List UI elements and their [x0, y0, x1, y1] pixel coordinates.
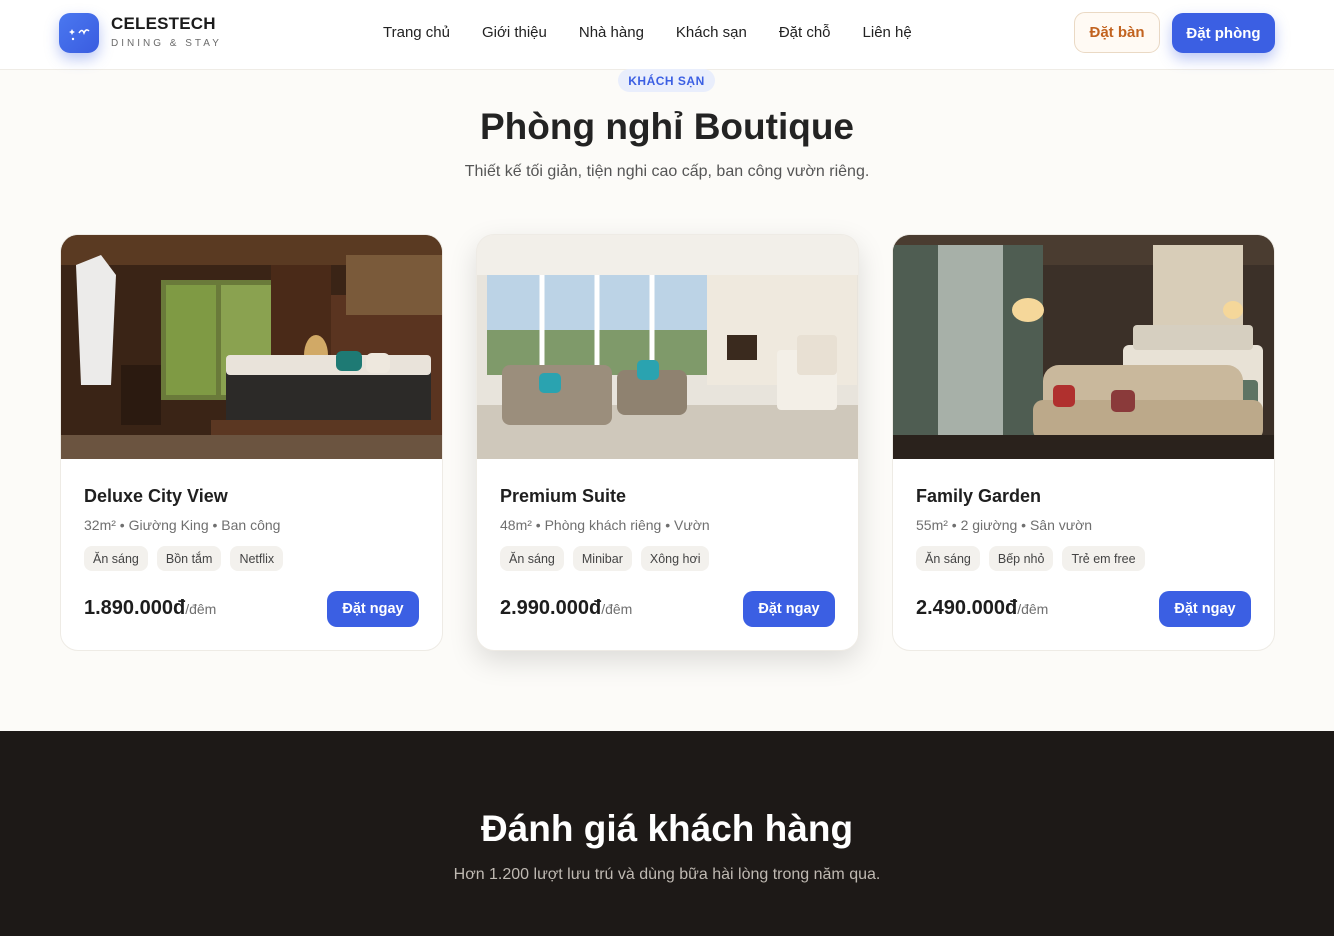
- room-tags: Ăn sáng Bồn tắm Netflix: [84, 546, 292, 571]
- room-meta: 48m² • Phòng khách riêng • Vườn: [500, 517, 710, 533]
- nav-item-booking[interactable]: Đặt chỗ: [779, 24, 831, 41]
- room-photo-premium: [477, 235, 858, 459]
- brand-name: CELESTECH: [111, 14, 216, 33]
- brand-tagline: DINING & STAY: [111, 38, 222, 49]
- book-now-button[interactable]: Đặt ngay: [1159, 591, 1251, 627]
- room-price: 2.990.000đ/đêm: [500, 597, 632, 620]
- nav-item-restaurant[interactable]: Nhà hàng: [579, 24, 644, 41]
- amenity-tag: Bếp nhỏ: [988, 546, 1054, 571]
- room-card-deluxe: Deluxe City View 32m² • Giường King • Ba…: [60, 234, 443, 651]
- room-photo-family: [893, 235, 1274, 459]
- book-table-button[interactable]: Đặt bàn: [1074, 12, 1160, 53]
- logo-icon[interactable]: [59, 13, 99, 53]
- room-card-family: Family Garden 55m² • 2 giường • Sân vườn…: [892, 234, 1275, 651]
- price-unit: /đêm: [185, 601, 217, 617]
- price-unit: /đêm: [601, 601, 633, 617]
- book-now-button[interactable]: Đặt ngay: [743, 591, 835, 627]
- room-tags: Ăn sáng Bếp nhỏ Trẻ em free: [916, 546, 1154, 571]
- section-tag: KHÁCH SẠN: [618, 69, 715, 92]
- site-header: CELESTECH DINING & STAY Trang chủ Giới t…: [0, 0, 1334, 70]
- room-meta: 55m² • 2 giường • Sân vườn: [916, 517, 1093, 533]
- reviews-subtitle: Hơn 1.200 lượt lưu trú và dùng bữa hài l…: [453, 866, 881, 883]
- main-nav: Trang chủ Giới thiệu Nhà hàng Khách sạn …: [383, 24, 944, 41]
- book-room-button[interactable]: Đặt phòng: [1172, 13, 1275, 53]
- reviews-section: Đánh giá khách hàng Hơn 1.200 lượt lưu t…: [0, 731, 1334, 936]
- room-name: Premium Suite: [500, 486, 627, 506]
- room-name: Deluxe City View: [84, 486, 228, 506]
- nav-item-hotel[interactable]: Khách sạn: [676, 24, 747, 41]
- amenity-tag: Bồn tắm: [156, 546, 222, 571]
- book-now-button[interactable]: Đặt ngay: [327, 591, 419, 627]
- room-price: 1.890.000đ/đêm: [84, 597, 216, 620]
- nav-item-contact[interactable]: Liên hệ: [863, 24, 912, 41]
- reviews-title: Đánh giá khách hàng: [480, 808, 854, 849]
- nav-item-about[interactable]: Giới thiệu: [482, 24, 547, 41]
- amenity-tag: Xông hơi: [640, 546, 710, 571]
- room-photo-deluxe: [61, 235, 442, 459]
- amenity-tag: Ăn sáng: [916, 546, 980, 571]
- price-value: 2.990.000đ: [500, 597, 602, 619]
- amenity-tag: Minibar: [572, 546, 632, 571]
- price-value: 2.490.000đ: [916, 597, 1018, 619]
- room-price: 2.490.000đ/đêm: [916, 597, 1048, 620]
- section-subtitle: Thiết kế tối giản, tiện nghi cao cấp, ba…: [464, 163, 870, 180]
- section-title: Phòng nghỉ Boutique: [479, 106, 855, 147]
- room-meta: 32m² • Giường King • Ban công: [84, 517, 281, 533]
- amenity-tag: Trẻ em free: [1062, 546, 1145, 571]
- nav-item-home[interactable]: Trang chủ: [383, 24, 450, 41]
- price-value: 1.890.000đ: [84, 597, 186, 619]
- price-unit: /đêm: [1017, 601, 1049, 617]
- room-name: Family Garden: [916, 486, 1042, 506]
- amenity-tag: Ăn sáng: [84, 546, 148, 571]
- room-card-premium: Premium Suite 48m² • Phòng khách riêng •…: [476, 234, 859, 651]
- room-tags: Ăn sáng Minibar Xông hơi: [500, 546, 718, 571]
- amenity-tag: Netflix: [230, 546, 284, 571]
- amenity-tag: Ăn sáng: [500, 546, 564, 571]
